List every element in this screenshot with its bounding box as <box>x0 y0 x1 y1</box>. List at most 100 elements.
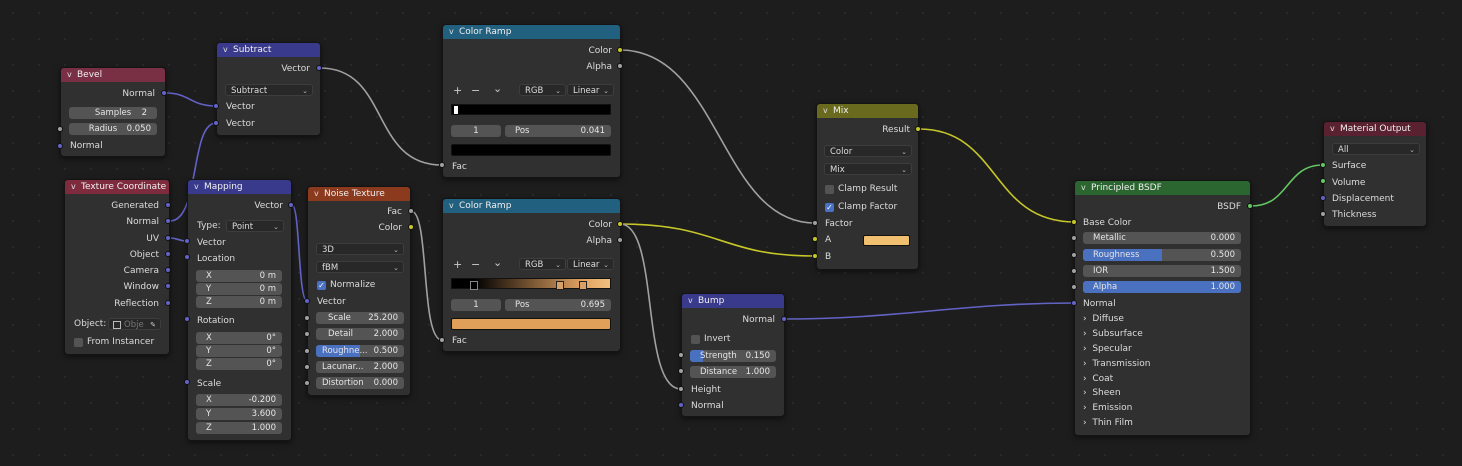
color-ramp-gradient[interactable] <box>451 104 611 115</box>
bump-in-normal-socket[interactable] <box>678 402 684 408</box>
mapping-rotation-socket[interactable] <box>184 316 190 322</box>
bsdf-header[interactable]: v Principled BSDF <box>1075 181 1250 195</box>
scale-x-field[interactable]: X -0.200 <box>196 394 282 406</box>
texcoord-reflection-socket[interactable] <box>165 300 171 306</box>
bsdf-ior-socket[interactable] <box>1071 268 1077 274</box>
noise-header[interactable]: v Noise Texture <box>308 187 410 201</box>
bevel-node[interactable]: v Bevel Normal Samples 2 Radius 0.050 Norma… <box>60 67 166 157</box>
bevel-out-normal-socket[interactable] <box>161 90 167 96</box>
data-type-dropdown[interactable]: Color ⌄ <box>824 145 912 157</box>
bump-distance-socket[interactable] <box>678 368 684 374</box>
panel-specular[interactable]: › Specular <box>1083 342 1132 356</box>
bsdf-roughness-socket[interactable] <box>1071 252 1077 258</box>
noise-distortion-socket[interactable] <box>304 380 310 386</box>
ramp-menu-button[interactable]: ⌄ <box>493 83 502 95</box>
distance-field[interactable]: Distance 1.000 <box>690 366 776 378</box>
stop-position-field[interactable]: Pos 0.041 <box>505 125 611 137</box>
output-thickness-socket[interactable] <box>1320 211 1326 217</box>
material-output-node[interactable]: v Material Output All ⌄ Surface Volume Dis… <box>1323 121 1427 227</box>
roughness-field[interactable]: Roughness 0.500 <box>1083 249 1241 261</box>
chevron-down-icon[interactable]: v <box>449 199 459 213</box>
bevel-in-normal-socket[interactable] <box>57 143 63 149</box>
bevel-radius-socket[interactable] <box>57 126 63 132</box>
add-stop-button[interactable]: + <box>453 85 462 97</box>
mix-b-socket[interactable] <box>812 253 818 259</box>
bsdf-basecolor-socket[interactable] <box>1071 219 1077 225</box>
chevron-down-icon[interactable]: v <box>688 294 698 308</box>
color-ramp-node-2[interactable]: v Color Ramp Color Alpha + − ⌄ RGB ⌄ Linea… <box>442 198 621 352</box>
bump-height-socket[interactable] <box>678 386 684 392</box>
chevron-down-icon[interactable]: v <box>823 104 833 118</box>
texcoord-uv-socket[interactable] <box>165 235 171 241</box>
rotation-z-field[interactable]: Z 0° <box>196 358 282 370</box>
mapping-node[interactable]: v Mapping Vector Type: Point ⌄ Vector Loca… <box>187 179 292 441</box>
bevel-header[interactable]: v Bevel <box>61 68 165 82</box>
output-volume-socket[interactable] <box>1320 178 1326 184</box>
scale-field[interactable]: Scale 25.200 <box>316 312 404 324</box>
bump-out-normal-socket[interactable] <box>781 316 787 322</box>
samples-field[interactable]: Samples 2 <box>69 107 157 119</box>
operation-dropdown[interactable]: Subtract ⌄ <box>225 84 313 96</box>
ramp1-fac-socket[interactable] <box>439 162 445 168</box>
ramp1-header[interactable]: v Color Ramp <box>443 25 620 39</box>
ramp-stop-marker-active[interactable] <box>579 281 587 290</box>
blend-mode-dropdown[interactable]: Mix ⌄ <box>824 163 912 175</box>
ramp2-header[interactable]: v Color Ramp <box>443 199 620 213</box>
mapping-scale-socket[interactable] <box>184 379 190 385</box>
bsdf-normal-socket[interactable] <box>1071 300 1077 306</box>
ramp-stop-marker[interactable] <box>556 281 564 290</box>
bsdf-out-socket[interactable] <box>1247 203 1253 209</box>
subtract-node[interactable]: v Subtract Vector Subtract ⌄ Vector Vector <box>216 42 321 136</box>
texcoord-object-socket[interactable] <box>165 251 171 257</box>
panel-emission[interactable]: › Emission <box>1083 401 1132 415</box>
mapping-location-socket[interactable] <box>184 254 190 260</box>
target-dropdown[interactable]: All ⌄ <box>1332 143 1420 155</box>
add-stop-button[interactable]: + <box>453 259 462 271</box>
stop-index-field[interactable]: 1 <box>451 299 501 311</box>
ramp-stop-marker[interactable] <box>470 281 478 290</box>
bsdf-metallic-socket[interactable] <box>1071 235 1077 241</box>
from-instancer-checkbox[interactable] <box>74 338 83 347</box>
panel-subsurface[interactable]: › Subsurface <box>1083 327 1143 341</box>
chevron-down-icon[interactable]: v <box>1081 181 1091 195</box>
mapping-header[interactable]: v Mapping <box>188 180 291 194</box>
ramp1-alpha-socket[interactable] <box>617 63 623 69</box>
panel-sheen[interactable]: › Sheen <box>1083 386 1121 400</box>
panel-thin-film[interactable]: › Thin Film <box>1083 416 1133 430</box>
ior-field[interactable]: IOR 1.500 <box>1083 265 1241 277</box>
noise-color-socket[interactable] <box>408 224 414 230</box>
remove-stop-button[interactable]: − <box>471 85 480 97</box>
stop-index-field[interactable]: 1 <box>451 125 501 137</box>
roughness-field[interactable]: Roughne... 0.500 <box>316 345 404 357</box>
clamp-factor-checkbox[interactable]: ✓ <box>825 203 834 212</box>
mix-result-socket[interactable] <box>915 126 921 132</box>
bump-node[interactable]: v Bump Normal Invert Strength 0.150 Distan… <box>681 293 785 417</box>
mix-header[interactable]: v Mix <box>817 104 918 118</box>
clamp-result-checkbox[interactable] <box>825 185 834 194</box>
chevron-down-icon[interactable]: v <box>1330 122 1340 136</box>
type-dropdown[interactable]: Point ⌄ <box>226 220 284 232</box>
output-surface-socket[interactable] <box>1320 162 1326 168</box>
mix-node[interactable]: v Mix Result Color ⌄ Mix ⌄ Clamp Result ✓ C… <box>816 103 919 270</box>
subtract-out-socket[interactable] <box>316 65 322 71</box>
interpolation-dropdown[interactable]: Linear ⌄ <box>567 84 614 96</box>
subtract-header[interactable]: v Subtract <box>217 43 320 57</box>
color-mode-dropdown[interactable]: RGB ⌄ <box>519 258 566 270</box>
scale-y-field[interactable]: Y 3.600 <box>196 408 282 420</box>
color-ramp-node-1[interactable]: v Color Ramp Color Alpha + − ⌄ RGB ⌄ Linea… <box>442 24 621 178</box>
stop-position-field[interactable]: Pos 0.695 <box>505 299 611 311</box>
principled-bsdf-node[interactable]: v Principled BSDF BSDF Base Color Metalli… <box>1074 180 1251 436</box>
detail-field[interactable]: Detail 2.000 <box>316 328 404 340</box>
noise-roughness-socket[interactable] <box>304 348 310 354</box>
noise-scale-socket[interactable] <box>304 315 310 321</box>
texcoord-camera-socket[interactable] <box>165 267 171 273</box>
ramp-menu-button[interactable]: ⌄ <box>493 257 502 269</box>
stop-color-swatch[interactable] <box>451 144 611 156</box>
output-displacement-socket[interactable] <box>1320 195 1326 201</box>
chevron-down-icon[interactable]: v <box>71 180 81 194</box>
a-color-swatch[interactable] <box>863 235 910 246</box>
mapping-in-vector-socket[interactable] <box>184 238 190 244</box>
subtract-in1-socket[interactable] <box>213 103 219 109</box>
object-picker[interactable]: Obje ✎ <box>108 318 161 330</box>
noise-vector-socket[interactable] <box>304 298 310 304</box>
